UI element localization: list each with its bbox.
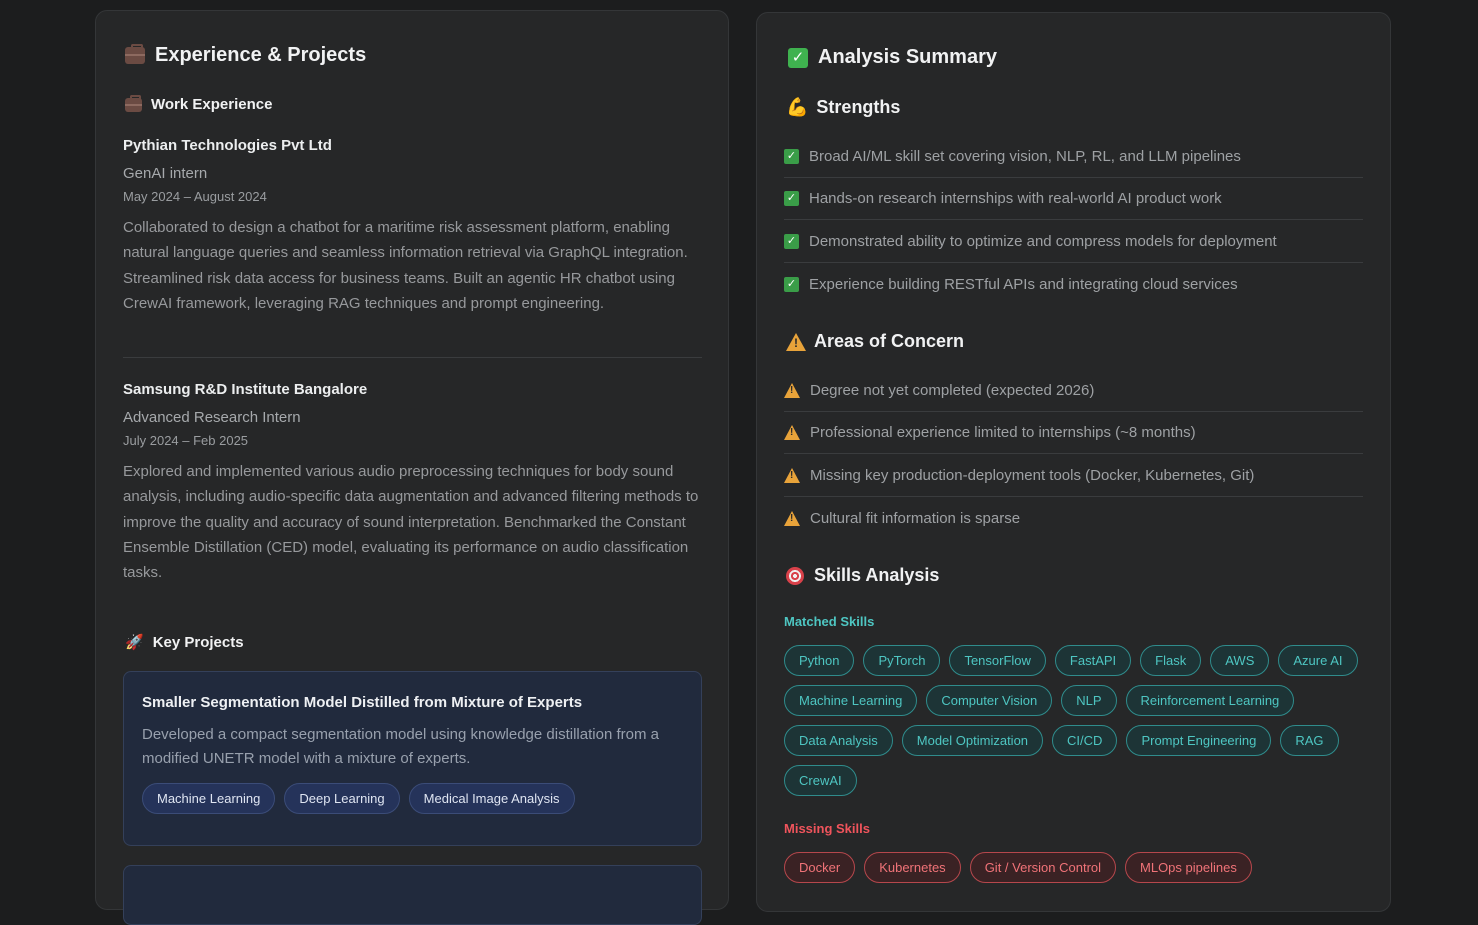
project-description: Developed a compact segmentation model u… [142,726,659,767]
matched-skill-tag: RAG [1280,725,1339,756]
strength-item: ✓ Demonstrated ability to optimize and c… [784,221,1363,263]
warning-icon [786,332,806,351]
analysis-summary-title: ✓ Analysis Summary [788,46,997,69]
matched-skill-tag: TensorFlow [949,645,1046,676]
job-role: Advanced Research Intern [123,409,301,426]
check-icon: ✓ [784,191,799,206]
missing-skill-tag: MLOps pipelines [1125,852,1252,883]
concern-item: Cultural fit information is sparse [784,497,1363,539]
matched-skill-tag: Azure AI [1278,645,1358,676]
skills-analysis-heading: Skills Analysis [786,565,939,586]
matched-skill-tag: NLP [1061,685,1117,716]
matched-skill-tag: Model Optimization [901,725,1044,756]
matched-skill-tag: Flask [1140,645,1202,676]
job-description: Explored and implemented various audio p… [123,463,699,582]
missing-skills-label: Missing Skills [784,821,870,836]
matched-skill-tag: Python [784,645,855,676]
matched-skill-tag: Data Analysis [784,725,893,756]
concerns-heading: Areas of Concern [786,331,964,352]
target-icon [786,566,804,585]
job-role: GenAI intern [123,165,208,182]
work-experience-heading: Work Experience [125,94,272,113]
strengths-heading: 💪 Strengths [786,97,901,117]
warning-icon [784,383,800,398]
warning-icon [784,468,800,483]
project-tag: Deep Learning [284,783,400,814]
job-dates: May 2024 – August 2024 [123,189,267,204]
job-divider [123,357,702,358]
missing-skill-tag: Docker [784,852,856,883]
concern-item: Professional experience limited to inter… [784,412,1363,454]
matched-skill-tag: CI/CD [1052,725,1118,756]
job-dates: July 2024 – Feb 2025 [123,433,249,448]
strength-item: ✓ Experience building RESTful APIs and i… [784,263,1363,305]
briefcase-icon [125,94,142,112]
check-icon: ✓ [784,234,799,249]
job-company: Pythian Technologies Pvt Ltd [123,137,332,154]
missing-skill-tag: Git / Version Control [969,852,1117,883]
missing-skill-tag: Kubernetes [864,852,961,883]
rocket-icon: 🚀 [125,634,144,651]
analysis-summary-panel: ✓ Analysis Summary 💪 Strengths ✓ Broad A… [756,12,1391,912]
project-card[interactable]: Smaller Segmentation Model Distilled fro… [123,671,702,846]
matched-skill-tag: Reinforcement Learning [1125,685,1295,716]
flexed-biceps-icon: 💪 [786,97,809,117]
check-icon: ✓ [788,47,808,68]
job-company: Samsung R&D Institute Bangalore [123,381,368,398]
project-card[interactable] [123,865,702,925]
project-tag: Machine Learning [142,783,276,814]
key-projects-heading: 🚀 Key Projects [125,633,244,652]
strength-item: ✓ Hands-on research internships with rea… [784,178,1363,220]
matched-skill-tag: PyTorch [863,645,941,676]
check-icon: ✓ [784,149,799,164]
concern-item: Missing key production-deployment tools … [784,455,1363,497]
matched-skill-tag: Computer Vision [926,685,1053,716]
missing-skills-list: Docker Kubernetes Git / Version Control … [784,852,1374,883]
matched-skill-tag: FastAPI [1054,645,1132,676]
matched-skill-tag: Prompt Engineering [1126,725,1272,756]
warning-icon [784,510,800,526]
warning-icon [784,425,800,440]
strength-item: ✓ Broad AI/ML skill set covering vision,… [784,136,1363,178]
briefcase-icon [125,44,145,64]
job-description: Collaborated to design a chatbot for a m… [123,219,688,312]
concern-item: Degree not yet completed (expected 2026) [784,370,1363,412]
matched-skills-list: Python PyTorch TensorFlow FastAPI Flask … [784,645,1374,796]
matched-skill-tag: AWS [1210,645,1270,676]
matched-skill-tag: Machine Learning [784,685,918,716]
project-tag: Medical Image Analysis [408,783,575,814]
matched-skills-label: Matched Skills [784,614,875,629]
experience-projects-title: Experience & Projects [125,44,366,67]
matched-skill-tag: CrewAI [784,765,857,796]
check-icon: ✓ [784,276,799,292]
project-tags: Machine Learning Deep Learning Medical I… [142,783,575,814]
project-title: Smaller Segmentation Model Distilled fro… [142,694,583,711]
experience-projects-panel: Experience & Projects Work Experience Py… [95,10,729,925]
